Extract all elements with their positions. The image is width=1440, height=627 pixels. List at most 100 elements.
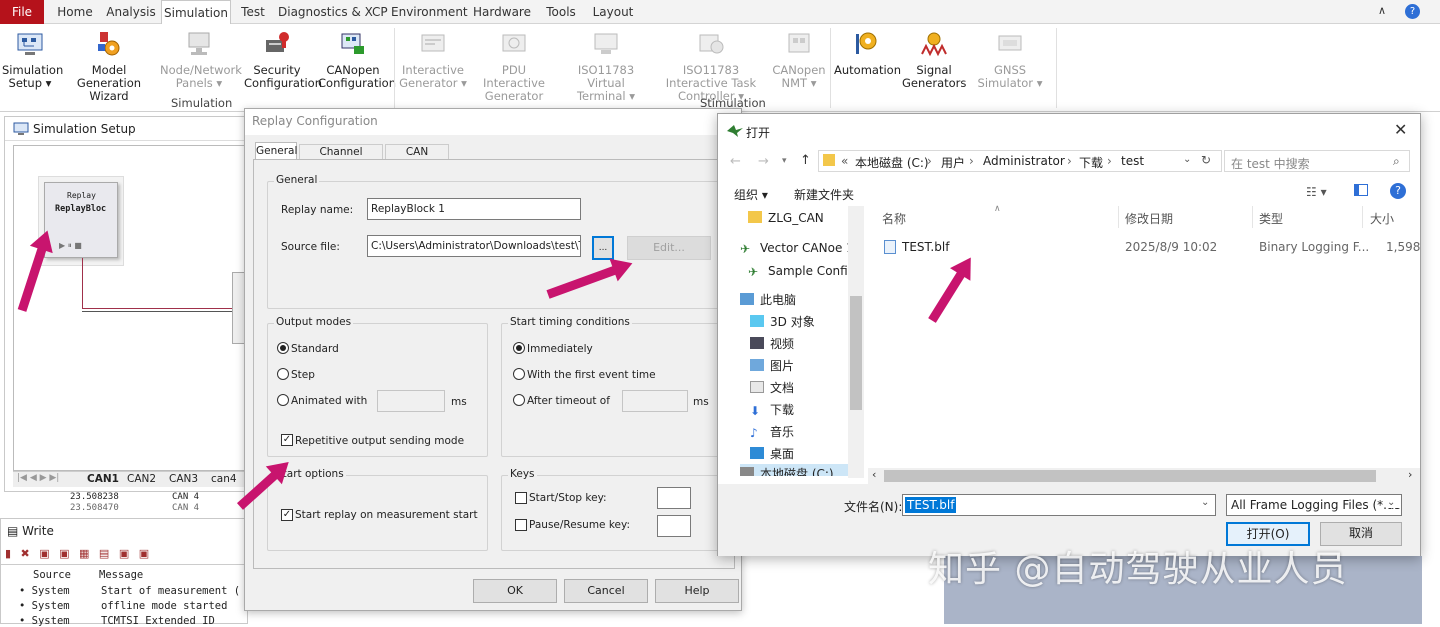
tab-analysis[interactable]: Analysis [104,0,158,24]
nav-item-pictures[interactable]: 图片 [750,356,794,376]
repetitive-checkbox[interactable]: ✓ [281,434,293,446]
nav-item-vector-canoe[interactable]: ✈ Vector CANoe 1 [740,238,854,258]
signal-generators-button[interactable]: Signal Generators [902,26,966,106]
column-size[interactable]: 大小 [1370,210,1394,227]
tab-can-options[interactable]: CAN Options [385,144,449,173]
start-replay-checkbox[interactable]: ✓ [281,509,293,521]
after-timeout-radio[interactable] [513,394,525,406]
tab-can2[interactable]: CAN2 [127,473,156,485]
filename-dropdown-icon[interactable]: ⌄ [1201,497,1209,508]
nav-item-this-pc[interactable]: 此电脑 [740,290,796,310]
breadcrumb-overflow[interactable]: « [841,154,848,168]
close-icon[interactable]: ✕ [1394,120,1407,139]
ok-button[interactable]: OK [473,579,557,603]
breadcrumb-test[interactable]: test [1121,154,1144,168]
help-button[interactable]: Help [655,579,739,603]
address-dropdown-icon[interactable]: ⌄ [1183,154,1191,165]
tab-can4[interactable]: can4 [211,473,237,485]
hscrollbar-thumb[interactable] [884,470,1376,482]
nav-scrollbar[interactable] [848,206,864,478]
tab-file[interactable]: File [0,0,44,24]
interactive-generator-button[interactable]: Interactive Generator ▾ [398,26,468,106]
start-stop-key-checkbox[interactable] [515,492,527,504]
canopen-configuration-button[interactable]: CANopen Configuration [318,26,396,106]
column-type[interactable]: 类型 [1259,210,1283,227]
simulation-setup-button[interactable]: Simulation Setup ▾ [2,26,63,106]
nav-item-desktop[interactable]: 桌面 [750,444,794,464]
help-icon[interactable]: ? [1405,4,1420,19]
address-bar[interactable]: « 本地磁盘 (C:) › 用户 › Administrator › 下载 › … [818,150,1222,172]
new-folder-button[interactable]: 新建文件夹 [794,186,854,203]
gnss-simulator-button[interactable]: GNSS Simulator ▾ [970,26,1050,106]
node-network-panels-button[interactable]: Node/Network Panels ▾ [160,26,242,106]
pause-resume-key-checkbox[interactable] [515,519,527,531]
tab-home[interactable]: Home [52,0,98,24]
security-configuration-button[interactable]: Security Configuration [244,26,322,106]
tab-scroll-icon[interactable]: |◀ ◀ ▶ ▶| [17,473,59,483]
forward-icon[interactable]: → [758,154,769,169]
nav-item-3d-objects[interactable]: 3D 对象 [750,312,815,332]
filename-input[interactable]: TEST.blf ⌄ [902,494,1216,516]
refresh-icon[interactable]: ↻ [1201,153,1211,167]
breadcrumb-downloads[interactable]: 下载 [1079,154,1103,171]
tab-tools[interactable]: Tools [541,0,581,24]
tab-general[interactable]: General [255,142,297,160]
nav-scrollbar-thumb[interactable] [850,296,862,410]
immediately-radio[interactable] [513,342,525,354]
back-icon[interactable]: ← [730,154,741,169]
up-icon[interactable]: ↑ [800,153,811,168]
write-toolbar[interactable]: ▮ ✖ ▣ ▣ ▦ ▤ ▣ ▣ [5,547,152,560]
tab-can3[interactable]: CAN3 [169,473,198,485]
tab-environment[interactable]: Environment [391,0,468,24]
replay-name-input[interactable]: ReplayBlock 1 [367,198,581,220]
nav-item-videos[interactable]: 视频 [750,334,794,354]
tab-channel-mapping[interactable]: Channel Mapping [299,144,383,173]
column-name[interactable]: 名称 [882,210,906,227]
step-radio[interactable] [277,368,289,380]
nav-item-zlg-can[interactable]: ZLG_CAN [748,208,824,228]
breadcrumb-administrator[interactable]: Administrator [983,154,1065,168]
view-options-icon[interactable]: ☷ ▾ [1306,185,1327,199]
pause-resume-key-input[interactable] [657,515,691,537]
edit-button[interactable]: Edit... [627,236,711,260]
nav-item-documents[interactable]: 文档 [750,378,794,398]
breadcrumb-drive[interactable]: 本地磁盘 (C:) [855,154,929,171]
scroll-left-icon[interactable]: ‹ [872,468,876,481]
start-stop-key-input[interactable] [657,487,691,509]
replay-block[interactable]: Replay ReplayBloc ▶ ⏸ ■ [44,182,118,258]
tab-test[interactable]: Test [236,0,270,24]
recent-locations-icon[interactable]: ▾ [782,156,787,166]
search-box[interactable]: 在 test 中搜索 ⌕ [1224,150,1410,172]
preview-pane-icon[interactable] [1354,184,1368,196]
scroll-right-icon[interactable]: › [1408,468,1412,481]
file-list-hscrollbar[interactable]: ‹ › [868,468,1420,484]
collapse-ribbon-icon[interactable]: ∧ [1378,4,1386,17]
nav-item-local-disk[interactable]: 本地磁盘 (C:) [740,464,864,476]
animated-ms-input[interactable] [377,390,445,412]
source-file-input[interactable]: C:\Users\Administrator\Downloads\test\TE… [367,235,581,257]
filter-dropdown-icon[interactable]: ⌄ [1387,497,1401,508]
tab-diagnostics[interactable]: Diagnostics & XCP [278,0,388,24]
organize-button[interactable]: 组织 ▾ [734,186,768,203]
model-generation-wizard-button[interactable]: Model Generation Wizard [64,26,154,106]
browse-button[interactable]: ... [592,236,614,260]
nav-item-downloads[interactable]: ⬇ 下载 [750,400,794,420]
pdu-interactive-generator-button[interactable]: PDU Interactive Generator [472,26,556,106]
tab-simulation[interactable]: Simulation [161,0,231,25]
file-type-filter[interactable]: All Frame Logging Files (*.asc ⌄ [1226,494,1402,516]
iso11783-task-controller-button[interactable]: ISO11783 Interactive Task Controller ▾ [656,26,766,106]
standard-radio[interactable] [277,342,289,354]
nav-item-sample-config[interactable]: ✈ Sample Configu [748,261,863,281]
replay-block-controls[interactable]: ▶ ⏸ ■ [59,241,82,251]
nav-item-music[interactable]: ♪ 音乐 [750,422,794,442]
help-icon[interactable]: ? [1390,183,1406,199]
tab-layout[interactable]: Layout [590,0,636,24]
animated-with-radio[interactable] [277,394,289,406]
breadcrumb-users[interactable]: 用户 [941,154,965,171]
timeout-ms-input[interactable] [622,390,688,412]
first-event-radio[interactable] [513,368,525,380]
cancel-button[interactable]: Cancel [564,579,648,603]
tab-can1[interactable]: CAN1 [87,473,119,485]
canopen-nmt-button[interactable]: CANopen NMT ▾ [772,26,826,106]
column-modified[interactable]: 修改日期 [1125,210,1173,227]
